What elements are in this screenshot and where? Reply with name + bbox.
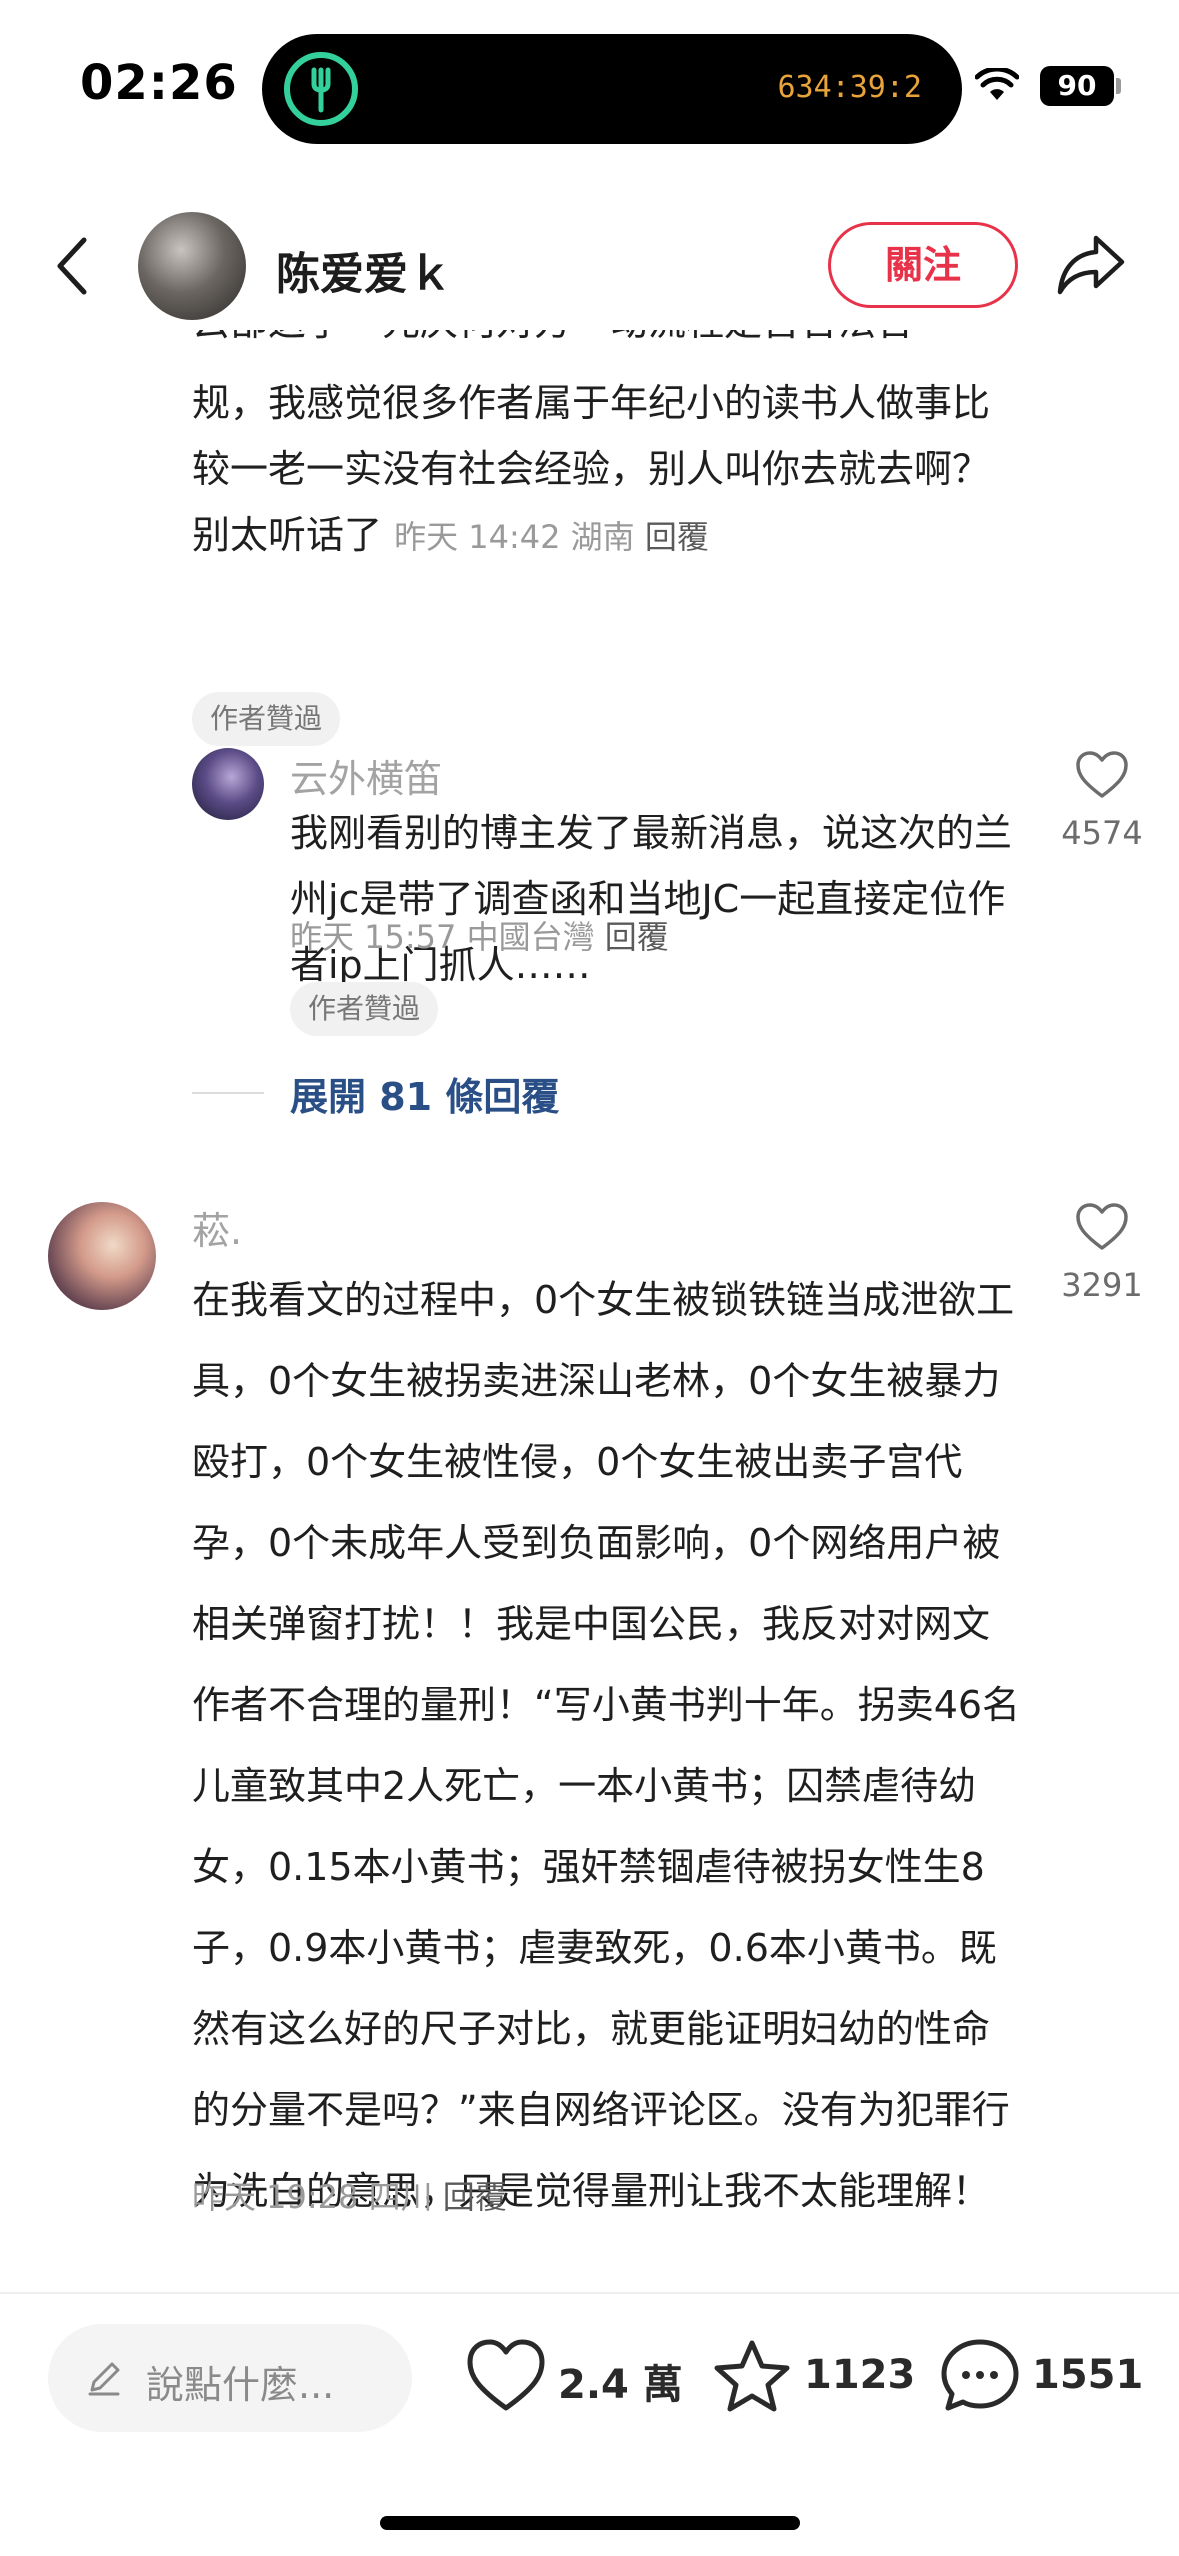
heart-icon xyxy=(467,2339,545,2411)
comment-body: 在我看文的过程中，0个女生被锁铁链当成泄欲工具，0个女生被拐卖进深山老林，0个女… xyxy=(192,1278,1021,2213)
reply-body: 我刚看别的博主发了最新消息，说这次的兰州jc是带了调查函和当地JC一起直接定位作… xyxy=(290,811,1013,987)
comment-meta: 昨天 19:28 四川 回覆 xyxy=(192,2172,507,2218)
like-count: 3291 xyxy=(1061,1266,1143,1304)
avatar[interactable] xyxy=(48,1202,156,1310)
comment-like-button[interactable]: 3291 xyxy=(1052,1202,1152,1304)
status-time: 02:26 xyxy=(80,55,238,111)
author-name[interactable]: 陈爱爱ｋ xyxy=(276,238,452,302)
reply-button[interactable]: 回覆 xyxy=(645,518,709,556)
comment-time: 昨天 14:42 湖南 xyxy=(394,518,635,556)
dynamic-island[interactable]: 634:39:2 xyxy=(262,34,962,144)
post-header: 陈爱爱ｋ 關注 xyxy=(0,200,1179,330)
back-icon[interactable] xyxy=(50,234,94,298)
input-placeholder: 說點什麼... xyxy=(146,2363,335,2407)
island-timer: 634:39:2 xyxy=(777,70,923,105)
follow-button[interactable]: 關注 xyxy=(828,222,1018,308)
reply-like-button[interactable]: 4574 xyxy=(1052,750,1152,852)
battery-icon: 90 xyxy=(1040,66,1114,106)
comment-input[interactable]: 說點什麼... xyxy=(48,2324,412,2432)
battery-tip xyxy=(1116,78,1121,94)
star-icon xyxy=(714,2340,790,2412)
reply-time: 昨天 15:57 中國台灣 xyxy=(290,918,595,956)
divider xyxy=(192,1092,264,1094)
heart-icon xyxy=(1076,751,1128,798)
comment-meta: 昨天 14:42 湖南 回覆 xyxy=(394,518,709,556)
pencil-icon xyxy=(88,2362,120,2396)
author-avatar[interactable] xyxy=(138,212,246,320)
fork-icon xyxy=(284,52,358,126)
comment-author-name[interactable]: 菘. xyxy=(192,1200,242,1255)
like-count: 4574 xyxy=(1061,814,1143,852)
comment-list[interactable]: 云部这了一元庆何对方一动流程是否合法合 规，我感觉很多作者属于年纪小的读书人做事… xyxy=(0,330,1179,2290)
favorite-count: 1123 xyxy=(804,2352,916,2398)
heart-icon xyxy=(1076,1203,1128,1250)
avatar[interactable] xyxy=(192,748,264,820)
reply-meta: 昨天 15:57 中國台灣 回覆 xyxy=(290,912,669,958)
comment-count: 1551 xyxy=(1032,2352,1144,2398)
author-liked-badge: 作者贊過 xyxy=(192,692,341,746)
comment-text: 规，我感觉很多作者属于年纪小的读书人做事比较一老一实没有社会经验，别人叫你去就去… xyxy=(192,370,1022,570)
comment-time: 昨天 19:28 四川 xyxy=(192,2178,433,2216)
author-liked-badge: 作者贊過 xyxy=(290,982,439,1036)
wifi-icon xyxy=(975,68,1019,100)
reply-button[interactable]: 回覆 xyxy=(443,2178,507,2216)
home-indicator[interactable] xyxy=(380,2516,800,2530)
reply-button[interactable]: 回覆 xyxy=(605,918,669,956)
expand-replies-link[interactable]: 展開 81 條回覆 xyxy=(290,1066,559,1121)
reply-author-name[interactable]: 云外横笛 xyxy=(290,748,442,803)
like-count: 2.4 萬 xyxy=(558,2362,683,2408)
share-icon[interactable] xyxy=(1056,230,1128,298)
comment-bubble-icon xyxy=(941,2339,1019,2411)
comment-partial-line: 云部这了一元庆何对方一动流程是否合法合 xyxy=(192,330,1012,342)
status-bar: 02:26 634:39:2 90 xyxy=(0,0,1179,170)
